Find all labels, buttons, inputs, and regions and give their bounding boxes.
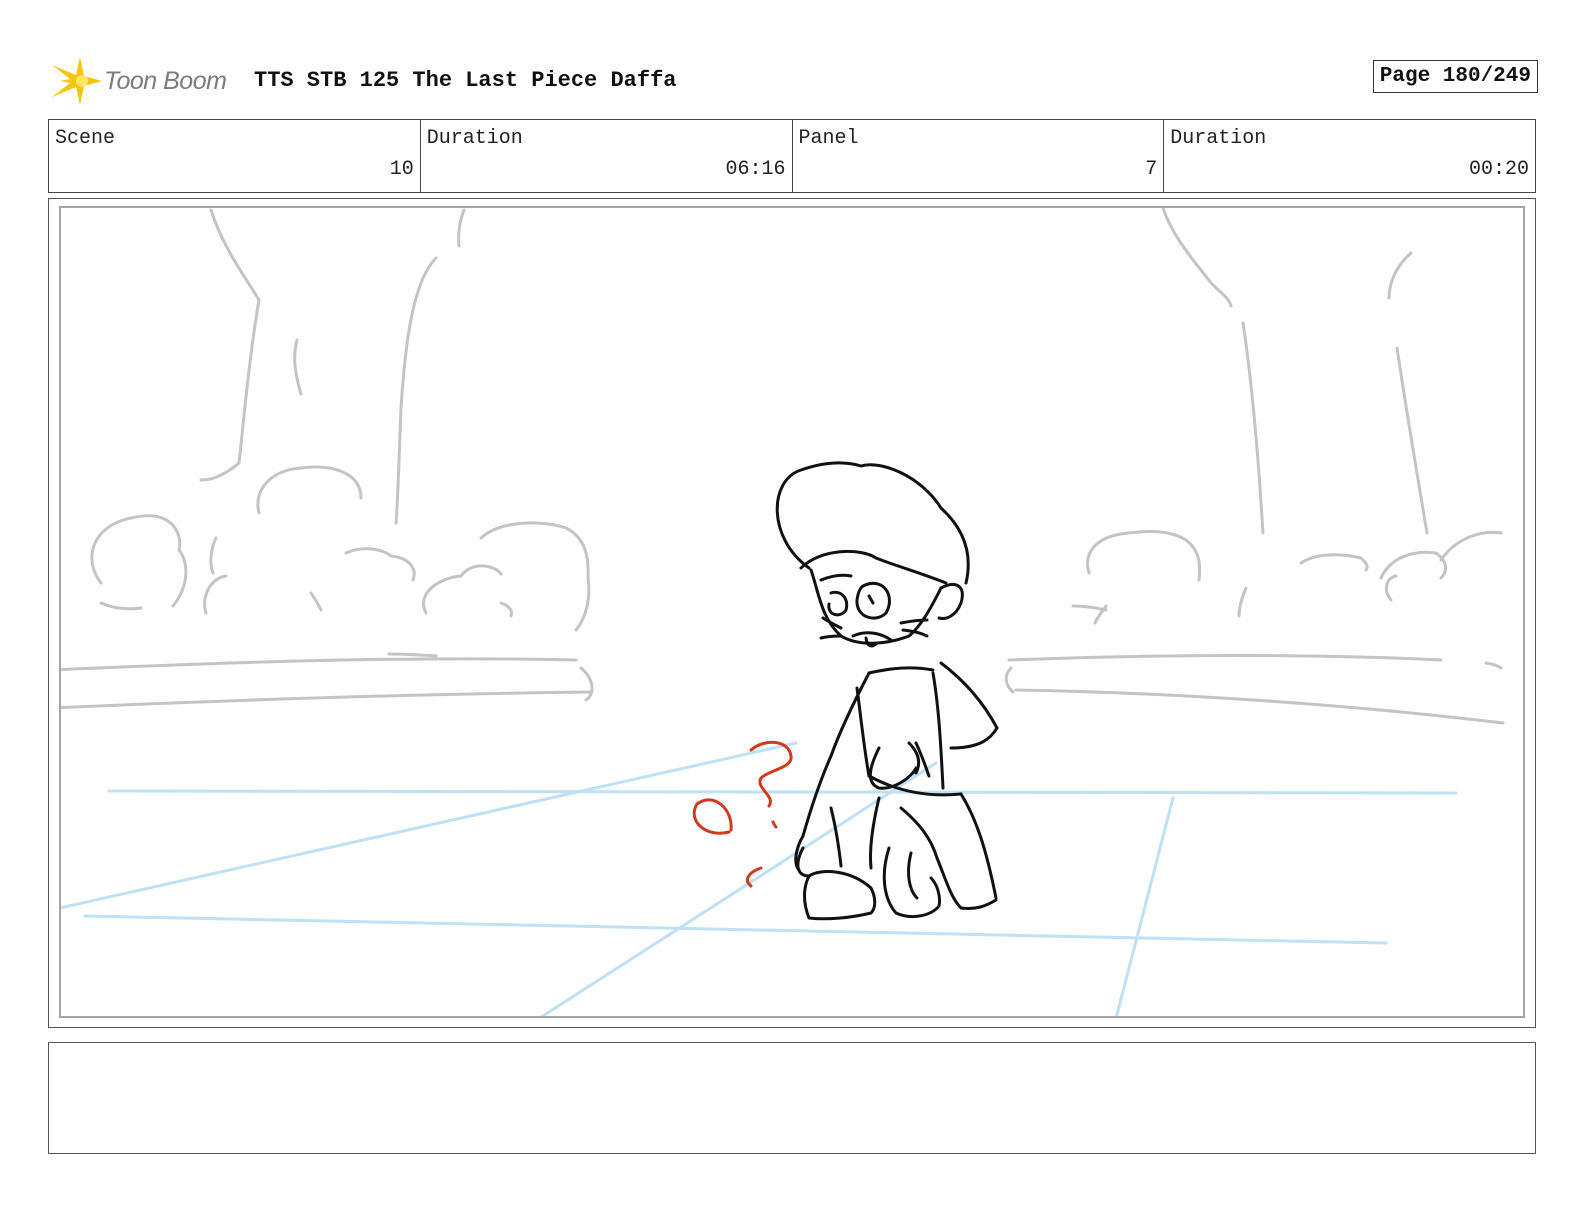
scene-duration-value: 06:16 [725,158,786,181]
panel-duration-cell: Duration 00:20 [1164,120,1535,192]
starburst-icon [52,57,102,105]
storyboard-panel [48,198,1536,1028]
panel-cell: Panel 7 [793,120,1165,192]
page-header: Toon Boom TTS STB 125 The Last Piece Daf… [50,55,1538,105]
toon-boom-logo: Toon Boom [50,55,240,107]
page-number-badge: Page 180/249 [1372,60,1538,93]
scene-info-table: Scene 10 Duration 06:16 Panel 7 Duration… [48,119,1536,193]
perspective-guides [61,741,1458,1016]
document-title: TTS STB 125 The Last Piece Daffa [254,68,677,93]
logo-text: Toon Boom [104,67,227,95]
scene-duration-label: Duration [426,127,523,150]
panel-duration-label: Duration [1170,127,1267,150]
character-sketch [775,461,999,921]
scene-cell: Scene 10 [49,120,421,192]
scene-duration-cell: Duration 06:16 [421,120,793,192]
scene-label: Scene [55,127,116,150]
panel-drawing-area [59,206,1525,1018]
scene-value: 10 [389,158,414,181]
panel-notes-box [48,1042,1536,1154]
panel-label: Panel [798,127,859,150]
panel-value: 7 [1145,158,1158,181]
background-sketch [61,208,1505,725]
panel-sketch [61,208,1505,1016]
panel-duration-value: 00:20 [1468,158,1529,181]
